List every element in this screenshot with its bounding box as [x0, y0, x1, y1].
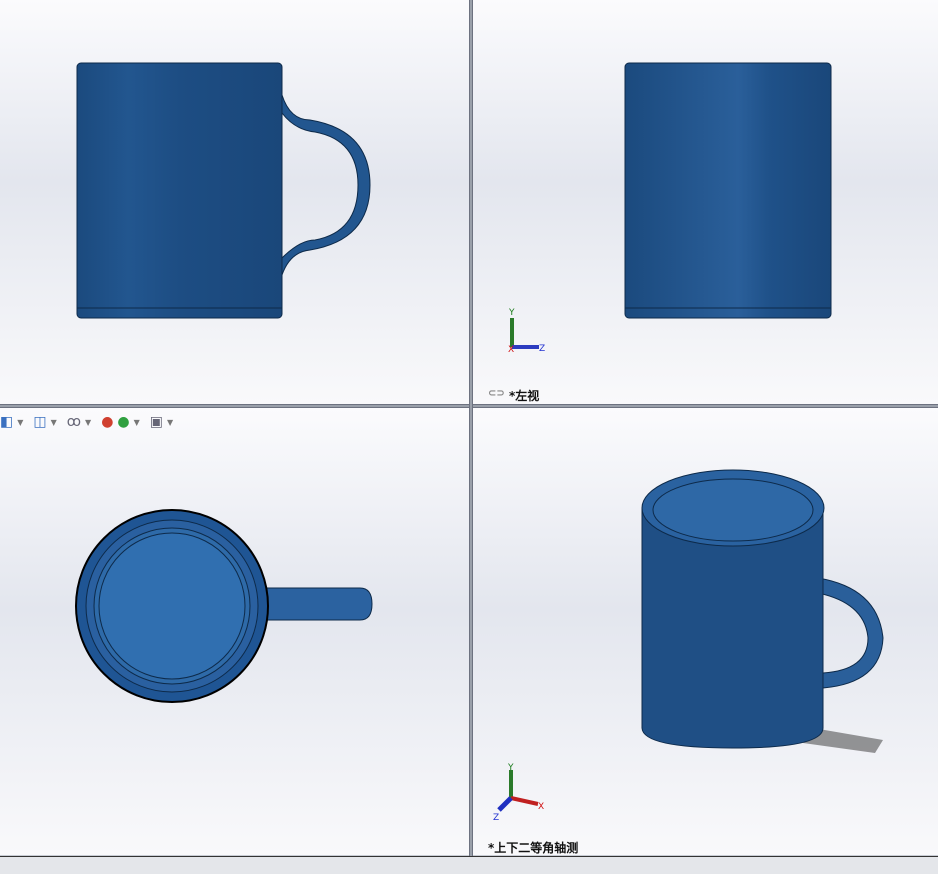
viewport-front[interactable] [0, 0, 469, 404]
svg-text:Y: Y [508, 308, 515, 318]
svg-text:Z: Z [493, 813, 499, 823]
svg-text:X: X [508, 345, 514, 355]
view-label: *左视 [509, 389, 540, 403]
view-label: *上下二等角轴测 [488, 841, 579, 855]
axis-triad: Y Z X [508, 308, 545, 355]
viewport-top[interactable]: ◧ ▼ ◫ ▼ ꝏ ▼ ● ● ▼ ▣ ▼ [0, 408, 469, 855]
mug-front-view [76, 62, 371, 319]
status-bar [0, 856, 938, 874]
viewport-left[interactable]: Y Z X ⊂⊃ *左视 [473, 0, 938, 404]
mug-isometric-view: Y X Z [493, 469, 884, 823]
svg-text:Z: Z [539, 344, 545, 354]
vertical-splitter[interactable] [469, 0, 473, 856]
svg-text:Y: Y [507, 763, 514, 773]
viewport-isometric[interactable]: Y X Z *上下二等角轴测 [473, 408, 938, 855]
link-view-icon[interactable]: ⊂⊃ [488, 388, 505, 399]
mug-top-view [75, 509, 373, 703]
axis-triad: Y X Z [493, 763, 544, 823]
mug-left-view: Y Z X [508, 62, 832, 355]
svg-text:X: X [538, 802, 544, 812]
